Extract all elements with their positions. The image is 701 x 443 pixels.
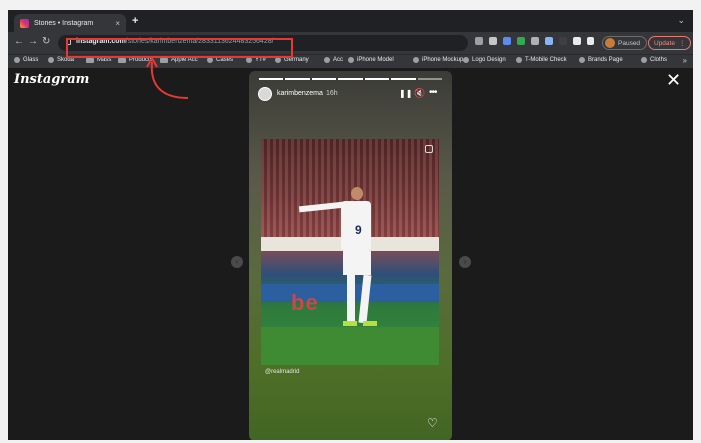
folder-icon <box>118 57 126 63</box>
extension-dark-icon[interactable] <box>559 37 567 45</box>
tab-strip: Stories • Instagram × + ⌄ <box>8 10 693 32</box>
jersey-number: 9 <box>355 223 362 237</box>
browser-window: Stories • Instagram × + ⌄ ← → ↻ instagra… <box>8 10 693 440</box>
globe-icon <box>48 57 54 63</box>
carousel-icon <box>425 145 433 153</box>
chrome-menu-icon[interactable]: ⋮ <box>679 39 686 47</box>
globe-icon <box>14 57 20 63</box>
globe-icon <box>516 57 522 63</box>
side-panel-icon[interactable] <box>587 37 594 45</box>
extension-profile-icon[interactable] <box>503 37 511 45</box>
bookmark-label: T-Mobile Check <box>525 57 567 63</box>
next-story-icon[interactable]: › <box>459 256 471 268</box>
bookmark-label: Brands Page <box>588 57 623 63</box>
annotation-arrow-icon <box>146 55 189 99</box>
player-boot <box>363 321 377 326</box>
reload-icon[interactable]: ↻ <box>42 36 50 47</box>
progress-segment <box>285 78 310 80</box>
globe-icon <box>463 57 469 63</box>
bookmark-label: Glass <box>23 57 39 63</box>
profile-paused-button[interactable]: Paused <box>602 36 648 50</box>
player-leg <box>358 274 372 324</box>
bookmark-item[interactable]: iPhone Mockup <box>413 57 463 63</box>
extensions-puzzle-icon[interactable] <box>573 37 581 45</box>
tab-instagram[interactable]: Stories • Instagram × <box>14 14 126 32</box>
close-icon[interactable]: ✕ <box>666 70 681 91</box>
forward-icon[interactable]: → <box>28 36 38 47</box>
bookmark-item[interactable]: Cloths <box>641 57 667 63</box>
bookmark-item[interactable]: Glass <box>14 57 38 63</box>
globe-icon <box>413 57 419 63</box>
heart-icon[interactable]: ♡ <box>427 416 438 430</box>
extension-gray-icon[interactable] <box>531 37 539 45</box>
player-shorts <box>343 251 371 275</box>
bookmark-label: Cloths <box>650 57 668 63</box>
bookmark-label: iPhone Model <box>357 57 394 63</box>
profile-avatar <box>605 38 615 48</box>
instagram-stories-page: Instagram ✕ ‹ › karimbenzema 16h ❚❚ 🔇 ••… <box>8 68 693 440</box>
bookmarks-overflow-icon[interactable]: » <box>683 56 687 65</box>
story-progress-bar <box>259 78 442 80</box>
tab-title: Stories • Instagram <box>34 19 94 27</box>
extension-icons <box>475 37 594 45</box>
more-options-icon[interactable]: ••• <box>429 87 437 98</box>
photo-player: 9 <box>298 187 379 337</box>
tab-close-icon[interactable]: × <box>115 19 120 28</box>
bookmark-label: Acc <box>333 57 344 63</box>
globe-icon <box>641 57 647 63</box>
globe-icon <box>579 57 585 63</box>
photo-ad-text: be <box>291 290 319 315</box>
star-icon[interactable] <box>489 37 497 45</box>
globe-icon <box>348 57 354 63</box>
progress-segment <box>338 78 363 80</box>
bookmark-item[interactable]: Logo Design <box>463 57 506 63</box>
update-button[interactable]: Update ⋮ <box>648 36 692 50</box>
player-boot <box>343 321 357 326</box>
previous-story-icon[interactable]: ‹ <box>231 256 243 268</box>
story-username[interactable]: karimbenzema <box>277 90 323 97</box>
progress-segment <box>417 78 442 80</box>
player-leg <box>347 275 355 323</box>
instagram-favicon-icon <box>20 18 29 28</box>
new-tab-icon[interactable]: + <box>132 15 138 27</box>
share-icon[interactable] <box>475 37 483 45</box>
instagram-logo[interactable]: Instagram <box>14 72 89 87</box>
bookmark-item[interactable]: iPhone Model <box>348 57 394 63</box>
player-head <box>351 187 363 200</box>
extension-green-icon[interactable] <box>517 37 525 45</box>
avatar[interactable] <box>258 87 272 101</box>
paused-label: Paused <box>618 39 641 47</box>
player-jersey: 9 <box>341 201 371 251</box>
mute-icon[interactable]: 🔇 <box>414 88 425 99</box>
progress-segment <box>259 78 284 80</box>
back-icon[interactable]: ← <box>14 36 24 47</box>
story-photo: be 9 <box>261 139 439 365</box>
bookmark-label: iPhone Mockup <box>422 57 464 63</box>
progress-segment <box>311 78 337 80</box>
progress-segment <box>364 78 390 80</box>
bookmark-item[interactable]: Brands Page <box>579 57 623 63</box>
bookmark-item[interactable]: Acc <box>324 57 343 63</box>
progress-segment <box>391 78 416 80</box>
bookmark-item[interactable]: T-Mobile Check <box>516 57 567 63</box>
folder-icon <box>86 57 94 63</box>
bookmark-label: Logo Design <box>472 57 506 63</box>
tab-search-icon[interactable]: ⌄ <box>677 15 685 26</box>
globe-icon <box>324 57 330 63</box>
story-time: 16h <box>326 90 338 97</box>
story-card[interactable]: karimbenzema 16h ❚❚ 🔇 ••• be 9 @realmadr… <box>249 71 452 440</box>
story-mention[interactable]: @realmadrid <box>265 369 299 375</box>
extension-blue-icon[interactable] <box>545 37 553 45</box>
update-label: Update <box>654 39 675 47</box>
pause-icon[interactable]: ❚❚ <box>399 89 412 98</box>
